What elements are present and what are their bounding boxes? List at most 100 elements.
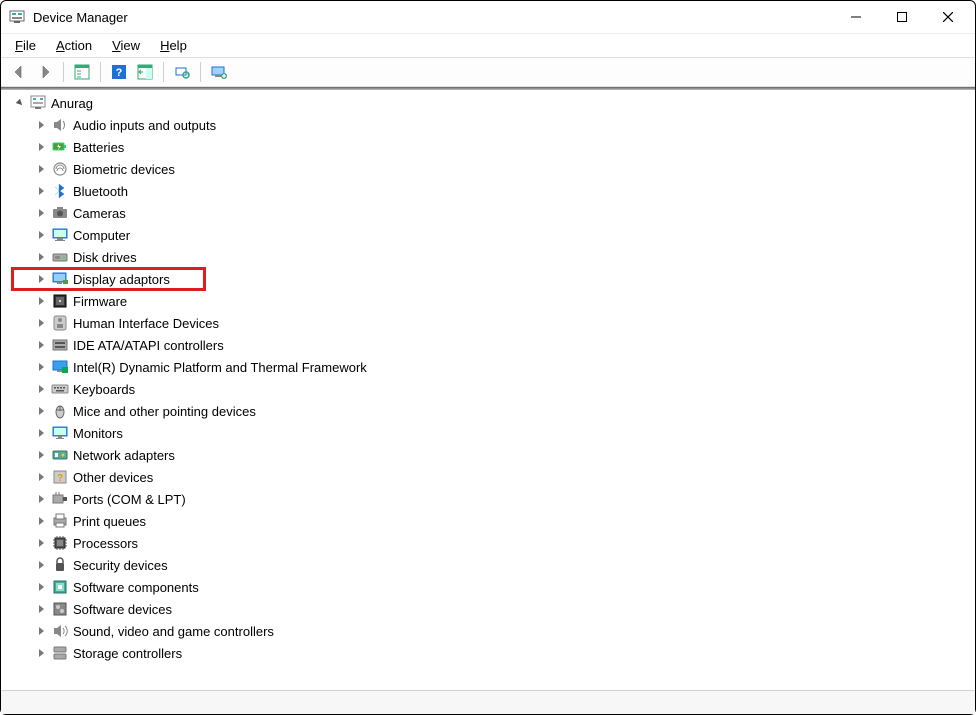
tree-category-node[interactable]: Network adapters [13, 444, 975, 466]
expand-icon[interactable] [35, 470, 49, 484]
titlebar: Device Manager [1, 1, 975, 33]
expand-icon[interactable] [35, 184, 49, 198]
tree-category-label: Mice and other pointing devices [73, 404, 256, 419]
device-manager-window: Device Manager File Action View Help [0, 0, 976, 715]
close-button[interactable] [925, 1, 971, 33]
expand-icon[interactable] [35, 338, 49, 352]
hid-icon [51, 314, 69, 332]
toolbar-separator [100, 62, 101, 82]
tree-category-node[interactable]: Intel(R) Dynamic Platform and Thermal Fr… [13, 356, 975, 378]
tree-category-node[interactable]: Firmware [13, 290, 975, 312]
expand-icon[interactable] [35, 272, 49, 286]
maximize-button[interactable] [879, 1, 925, 33]
tree-category-node[interactable]: Human Interface Devices [13, 312, 975, 334]
add-legacy-hardware-button[interactable] [207, 60, 231, 84]
tree-category-node[interactable]: Biometric devices [13, 158, 975, 180]
toolbar-separator [163, 62, 164, 82]
content-area: Anurag Audio inputs and outputsBatteries… [1, 90, 975, 690]
tree-category-node[interactable]: Monitors [13, 422, 975, 444]
expand-icon[interactable] [35, 206, 49, 220]
expand-icon[interactable] [35, 316, 49, 330]
show-hide-console-tree-button[interactable] [70, 60, 94, 84]
tree-category-node[interactable]: Software components [13, 576, 975, 598]
tree-category-node[interactable]: IDE ATA/ATAPI controllers [13, 334, 975, 356]
expand-icon[interactable] [35, 536, 49, 550]
tree-category-label: Network adapters [73, 448, 175, 463]
statusbar [1, 690, 975, 714]
scan-hardware-button[interactable] [170, 60, 194, 84]
expand-icon[interactable] [35, 624, 49, 638]
expand-icon[interactable] [35, 602, 49, 616]
expand-icon[interactable] [35, 514, 49, 528]
expand-icon[interactable] [35, 382, 49, 396]
device-tree[interactable]: Anurag Audio inputs and outputsBatteries… [1, 90, 975, 690]
expand-icon[interactable] [35, 646, 49, 660]
expand-icon[interactable] [35, 448, 49, 462]
nav-back-button[interactable] [7, 60, 31, 84]
computer-icon [51, 226, 69, 244]
toolbar-separator [63, 62, 64, 82]
tree-category-node[interactable]: Ports (COM & LPT) [13, 488, 975, 510]
tree-category-label: Biometric devices [73, 162, 175, 177]
tree-category-node[interactable]: Sound, video and game controllers [13, 620, 975, 642]
tree-category-node[interactable]: Computer [13, 224, 975, 246]
window-title: Device Manager [33, 10, 128, 25]
keyboard-icon [51, 380, 69, 398]
tree-category-node[interactable]: Display adaptors [13, 268, 975, 290]
tree-category-node[interactable]: Storage controllers [13, 642, 975, 664]
tree-category-node[interactable]: Batteries [13, 136, 975, 158]
tree-category-node[interactable]: Processors [13, 532, 975, 554]
expand-icon[interactable] [35, 140, 49, 154]
bluetooth-icon [51, 182, 69, 200]
tree-category-label: Bluetooth [73, 184, 128, 199]
expand-icon[interactable] [35, 118, 49, 132]
expand-icon[interactable] [35, 294, 49, 308]
nav-forward-button[interactable] [33, 60, 57, 84]
biometric-icon [51, 160, 69, 178]
expand-icon[interactable] [35, 228, 49, 242]
svg-text:?: ? [116, 67, 123, 79]
tree-category-label: Storage controllers [73, 646, 182, 661]
tree-category-label: Display adaptors [73, 272, 170, 287]
tree-root-node[interactable]: Anurag [13, 92, 975, 114]
tree-category-node[interactable]: Software devices [13, 598, 975, 620]
tree-category-label: Print queues [73, 514, 146, 529]
expand-icon[interactable] [35, 492, 49, 506]
menu-action[interactable]: Action [48, 36, 100, 55]
tree-category-node[interactable]: Security devices [13, 554, 975, 576]
tree-category-node[interactable]: Audio inputs and outputs [13, 114, 975, 136]
tree-category-label: Software devices [73, 602, 172, 617]
security-icon [51, 556, 69, 574]
expand-icon[interactable] [35, 360, 49, 374]
expand-icon[interactable] [35, 250, 49, 264]
disk-icon [51, 248, 69, 266]
menubar: File Action View Help [1, 33, 975, 57]
expand-icon[interactable] [35, 580, 49, 594]
tree-category-label: Intel(R) Dynamic Platform and Thermal Fr… [73, 360, 367, 375]
toolbar-separator [200, 62, 201, 82]
menu-file[interactable]: File [7, 36, 44, 55]
show-hide-action-pane-button[interactable] [133, 60, 157, 84]
menu-help[interactable]: Help [152, 36, 195, 55]
minimize-button[interactable] [833, 1, 879, 33]
tree-category-node[interactable]: Bluetooth [13, 180, 975, 202]
expand-icon[interactable] [35, 162, 49, 176]
tree-category-node[interactable]: Cameras [13, 202, 975, 224]
help-button[interactable]: ? [107, 60, 131, 84]
tree-category-node[interactable]: Keyboards [13, 378, 975, 400]
storage-icon [51, 644, 69, 662]
ide-icon [51, 336, 69, 354]
network-icon [51, 446, 69, 464]
tree-root-label: Anurag [51, 96, 93, 111]
expand-icon[interactable] [35, 558, 49, 572]
tree-category-node[interactable]: Print queues [13, 510, 975, 532]
collapse-icon[interactable] [13, 96, 27, 110]
menu-view[interactable]: View [104, 36, 148, 55]
tree-category-label: Software components [73, 580, 199, 595]
expand-icon[interactable] [35, 426, 49, 440]
tree-category-node[interactable]: Mice and other pointing devices [13, 400, 975, 422]
tree-category-node[interactable]: Disk drives [13, 246, 975, 268]
expand-icon[interactable] [35, 404, 49, 418]
tree-category-node[interactable]: Other devices [13, 466, 975, 488]
cpu-icon [51, 534, 69, 552]
